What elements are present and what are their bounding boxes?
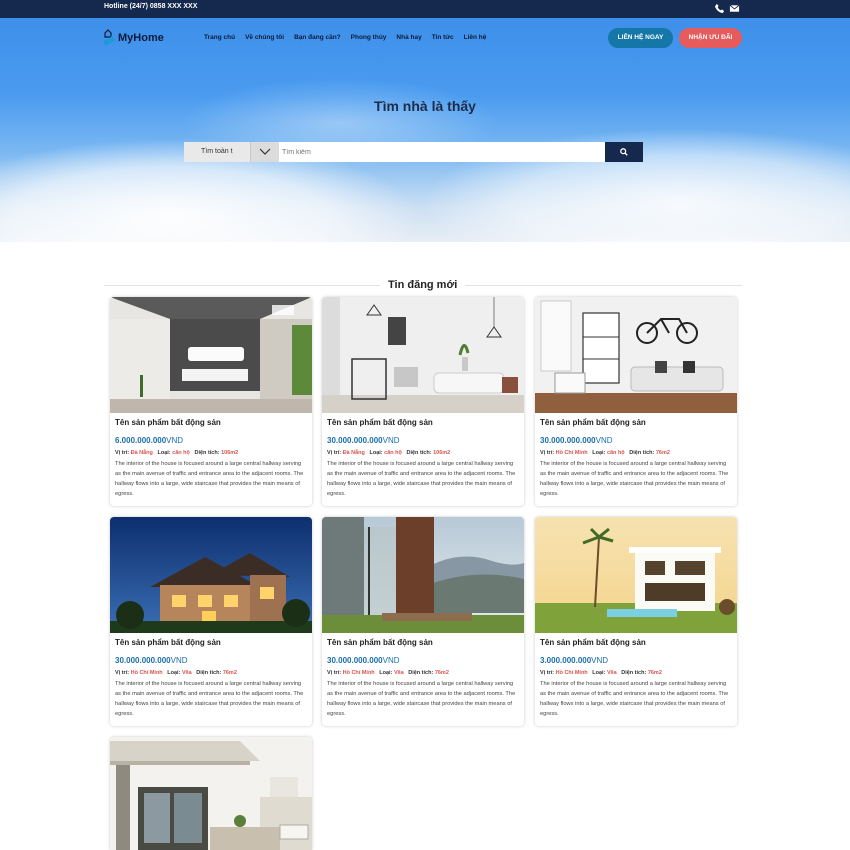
listing-description: The interior of the house is focused aro… (115, 681, 304, 717)
listing-card[interactable]: Tên sản phẩm bất động sản 6.000.000.000V… (110, 297, 312, 506)
nav-item-about[interactable]: Về chúng tôi (245, 34, 284, 41)
nav-item-news[interactable]: Tin tức (432, 34, 454, 41)
listing-title[interactable]: Tên sản phẩm bất động sản (540, 638, 737, 647)
section-header: Tin đăng mới (104, 279, 742, 293)
listing-title[interactable]: Tên sản phẩm bất động sản (540, 418, 737, 427)
listing-price: 6.000.000.000VND (115, 436, 184, 445)
phone-icon[interactable] (714, 3, 725, 14)
contact-icons (714, 3, 740, 14)
listing-meta: Vị trí: Hồ Chí Minh Loại: Vila Diện tích… (540, 670, 662, 676)
nav-item-home[interactable]: Trang chủ (204, 34, 235, 41)
listing-image[interactable] (535, 297, 737, 413)
listing-title[interactable]: Tên sản phẩm bất động sản (327, 418, 524, 427)
mail-icon[interactable] (729, 3, 740, 14)
hero-banner: MyHome Trang chủ Về chúng tôi Bạn đang c… (0, 18, 850, 242)
listing-meta: Vị trí: Hồ Chí Minh Loại: Vila Diện tích… (115, 670, 237, 676)
listing-description: The interior of the house is focused aro… (540, 461, 729, 497)
listing-image[interactable] (110, 297, 312, 413)
listing-meta: Vị trí: Đà Nẵng Loại: căn hộ Diện tích: … (327, 450, 451, 456)
listing-price: 30.000.000.000VND (327, 656, 400, 665)
logo-icon (102, 28, 116, 48)
listing-image[interactable] (322, 517, 524, 633)
search-category-select[interactable]: Tìm toàn t (184, 142, 250, 162)
nav-item-contact[interactable]: Liên hệ (464, 34, 487, 41)
logo-text: MyHome (118, 32, 164, 44)
search-button[interactable] (605, 142, 643, 162)
site-logo[interactable]: MyHome (102, 28, 164, 48)
listing-title[interactable]: Tên sản phẩm bất động sản (115, 638, 312, 647)
hero-title: Tìm nhà là thấy (374, 98, 476, 114)
listing-card[interactable]: Tên sản phẩm bất động sản 30.000.000.000… (322, 297, 524, 506)
listing-title[interactable]: Tên sản phẩm bất động sản (115, 418, 312, 427)
nav-item-nice-houses[interactable]: Nhà hay (396, 34, 421, 41)
listing-price: 30.000.000.000VND (327, 436, 400, 445)
listing-image[interactable] (110, 517, 312, 633)
search-bar: Tìm toàn t (184, 142, 643, 162)
listing-image[interactable] (110, 737, 312, 850)
nav-item-needs[interactable]: Bạn đang cần? (294, 34, 341, 41)
top-bar: Hotline (24/7) 0858 XXX XXX (0, 0, 850, 18)
nav-item-fengshui[interactable]: Phong thủy (351, 34, 387, 41)
section-title: Tin đăng mới (380, 279, 466, 291)
listing-card[interactable]: Tên sản phẩm bất động sản 3.000.000.000V… (535, 517, 737, 726)
listing-price: 30.000.000.000VND (115, 656, 188, 665)
listing-price: 3.000.000.000VND (540, 656, 609, 665)
listing-meta: Vị trí: Hồ Chí Minh Loại: Vila Diện tích… (327, 670, 449, 676)
get-offer-button[interactable]: NHẬN ƯU ĐÃI (679, 28, 742, 48)
listing-image[interactable] (322, 297, 524, 413)
chevron-down-icon[interactable] (250, 142, 279, 162)
listing-meta: Vị trí: Đà Nẵng Loại: căn hộ Diện tích: … (115, 450, 239, 456)
listing-card[interactable]: Tên sản phẩm bất động sản 30.000.000.000… (535, 297, 737, 506)
listing-card[interactable] (110, 737, 312, 850)
listing-description: The interior of the house is focused aro… (540, 681, 729, 717)
listing-price: 30.000.000.000VND (540, 436, 613, 445)
search-icon (620, 148, 628, 156)
main-nav: Trang chủ Về chúng tôi Bạn đang cần? Pho… (204, 34, 486, 41)
listing-description: The interior of the house is focused aro… (327, 461, 516, 497)
listing-card[interactable]: Tên sản phẩm bất động sản 30.000.000.000… (322, 517, 524, 726)
search-input[interactable] (279, 142, 605, 162)
listing-description: The interior of the house is focused aro… (327, 681, 516, 717)
listing-image[interactable] (535, 517, 737, 633)
contact-now-button[interactable]: LIÊN HỆ NGAY (608, 28, 673, 48)
listing-meta: Vị trí: Hồ Chí Minh Loại: căn hộ Diện tí… (540, 450, 670, 456)
listing-card[interactable]: Tên sản phẩm bất động sản 30.000.000.000… (110, 517, 312, 726)
listing-description: The interior of the house is focused aro… (115, 461, 304, 497)
hotline-text: Hotline (24/7) 0858 XXX XXX (104, 3, 198, 10)
listing-title[interactable]: Tên sản phẩm bất động sản (327, 638, 524, 647)
